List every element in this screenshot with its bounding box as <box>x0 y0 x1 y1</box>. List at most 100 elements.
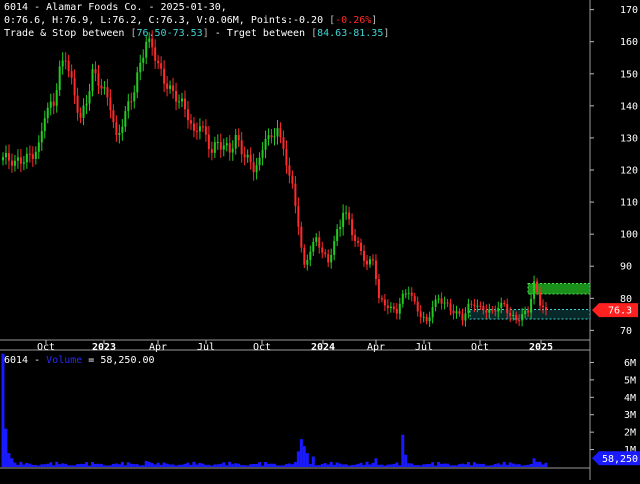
candle-body <box>363 250 366 261</box>
candle-body <box>255 165 258 173</box>
candle-body <box>458 311 461 314</box>
x-tick-label: Apr <box>149 342 167 353</box>
candle-body <box>270 135 273 138</box>
volume-bar <box>183 463 187 467</box>
volume-bar <box>502 461 506 467</box>
volume-bar <box>275 465 279 467</box>
candle-body <box>494 310 497 312</box>
volume-bar <box>305 453 309 467</box>
candle-body <box>198 126 201 132</box>
candle-body <box>243 154 246 158</box>
volume-bar <box>386 464 390 467</box>
candle-body <box>240 140 243 155</box>
volume-bar <box>380 464 384 467</box>
volume-bar <box>452 465 456 467</box>
volume-bar <box>496 463 500 467</box>
volume-bar <box>422 464 426 467</box>
volume-bar <box>457 464 461 467</box>
candle-body <box>416 301 419 312</box>
candle-body <box>261 149 264 158</box>
candle-body <box>422 316 425 318</box>
candle-body <box>273 136 276 138</box>
volume-bar <box>126 462 130 467</box>
candle-body <box>407 292 410 294</box>
candle-body <box>121 126 124 134</box>
volume-bar <box>287 463 291 467</box>
price-chart: 70 80 90 100 110 120 130 140 150 160 170 Oct 2023 Apr… <box>0 0 640 480</box>
candle-body <box>55 90 58 106</box>
volume-bar <box>535 461 539 467</box>
candle-body <box>452 310 455 314</box>
volume-title-line: 6014 - Volume = 58,250.00 <box>4 354 155 367</box>
volume-bar <box>264 461 268 467</box>
candle-body <box>419 311 422 318</box>
volume-bar <box>165 463 169 467</box>
volume-bar <box>523 465 527 467</box>
candle-body <box>73 77 76 96</box>
volume-bar <box>198 462 202 467</box>
x-tick-label: 2025 <box>529 342 553 353</box>
candle-body <box>249 154 252 163</box>
candle-body <box>213 142 216 153</box>
volume-bar <box>308 464 312 467</box>
volume-bar <box>428 464 432 467</box>
volume-bar <box>207 464 211 467</box>
volume-bar <box>144 460 148 467</box>
candle-body <box>345 212 348 214</box>
volume-bar <box>255 463 259 467</box>
price-y-tick-label: 150 <box>620 69 638 80</box>
candle-body <box>392 306 395 309</box>
candle-body <box>470 303 473 305</box>
target-label: - Trget between <box>208 28 312 39</box>
candle-body <box>4 153 7 158</box>
volume-bar <box>10 458 14 467</box>
volume-bar <box>472 462 476 467</box>
candle-body <box>509 313 512 316</box>
candle-body <box>521 314 524 321</box>
candle-body <box>455 311 458 314</box>
candle-body <box>201 126 204 128</box>
candle-body <box>401 293 404 304</box>
candle-body <box>192 123 195 131</box>
volume-ticker: 6014 - <box>4 355 47 366</box>
candle-body <box>25 153 28 163</box>
volume-bar <box>404 454 408 467</box>
candle-body <box>16 157 19 161</box>
volume-y-tick-label: 3M <box>624 410 636 421</box>
volume-bar <box>320 463 324 467</box>
candle-body <box>524 310 527 315</box>
volume-bar <box>338 463 342 467</box>
candle-body <box>204 126 207 135</box>
volume-bar <box>156 462 160 467</box>
volume-bar <box>475 463 479 467</box>
volume-bar <box>538 461 542 467</box>
candle-body <box>500 302 503 308</box>
candle-body <box>91 69 94 92</box>
volume-bar <box>443 463 447 467</box>
volume-bar <box>40 464 44 467</box>
candle-body <box>127 101 130 112</box>
volume-bar <box>225 465 229 467</box>
volume-bar <box>326 464 330 467</box>
candle-body <box>425 316 428 322</box>
candle-body <box>368 259 371 265</box>
candle-body <box>294 183 297 206</box>
candle-body <box>383 299 386 306</box>
price-y-tick-label: 160 <box>620 37 638 48</box>
candle-body <box>169 85 172 89</box>
candle-body <box>136 72 139 93</box>
volume-bar <box>141 465 145 467</box>
candle-body <box>112 110 115 123</box>
candle-body <box>76 95 79 113</box>
candle-body <box>377 279 380 299</box>
candle-body <box>440 298 443 304</box>
volume-bar <box>234 463 238 467</box>
candle-body <box>303 247 306 265</box>
volume-bar <box>359 462 363 467</box>
volume-bar <box>341 464 345 467</box>
price-y-tick-label: 90 <box>620 262 632 273</box>
candle-body <box>491 309 494 311</box>
candle-body <box>380 298 383 300</box>
candle-body <box>330 254 333 263</box>
price-y-tick-label: 70 <box>620 326 632 337</box>
